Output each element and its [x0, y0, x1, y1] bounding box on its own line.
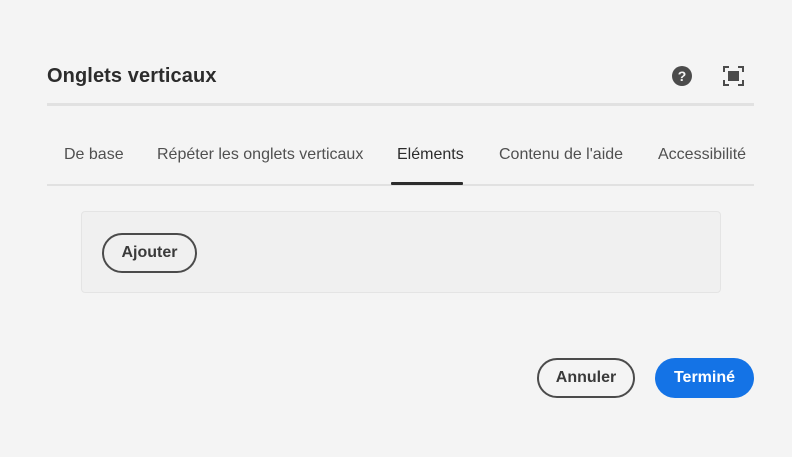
selected-tab-indicator: [391, 182, 463, 185]
tab-repeat-vertical-tabs[interactable]: Répéter les onglets verticaux: [157, 146, 363, 164]
fullscreen-icon[interactable]: [723, 66, 744, 86]
tab-list: De base Répéter les onglets verticaux El…: [47, 136, 754, 186]
dialog-title: Onglets verticaux: [47, 65, 217, 87]
dialog-header: Onglets verticaux ?: [47, 52, 754, 100]
tab-elements[interactable]: Eléments: [397, 146, 464, 164]
header-divider: [47, 103, 754, 106]
tab-accessibility[interactable]: Accessibilité: [658, 146, 746, 164]
svg-text:?: ?: [678, 68, 687, 84]
tab-basic[interactable]: De base: [64, 146, 124, 164]
help-icon[interactable]: ?: [671, 65, 693, 87]
tab-help-content[interactable]: Contenu de l'aide: [499, 146, 623, 164]
add-button[interactable]: Ajouter: [102, 233, 197, 273]
done-button[interactable]: Terminé: [655, 358, 754, 398]
cancel-button[interactable]: Annuler: [537, 358, 635, 398]
dialog: Onglets verticaux ? De base Répéter les …: [0, 0, 792, 457]
elements-panel: Ajouter: [81, 211, 721, 293]
